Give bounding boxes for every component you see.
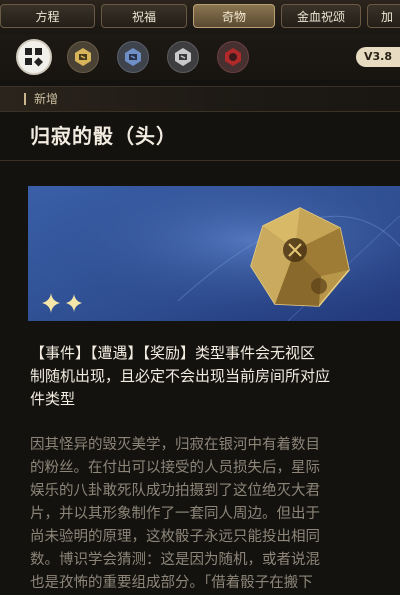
lore-line: 因其怪异的毁灭美学，归寂在银河中有着数目 [30, 437, 320, 453]
item-image-card [28, 186, 400, 321]
item-effect: 【事件】【遭遇】【奖励】类型事件会无视区 制随机出现，且必定不会出现当前房间所对… [30, 342, 400, 411]
lore-line: 的粉丝。在付出可以接受的人员损失后，星际 [30, 460, 320, 476]
tab-more[interactable]: 加 [367, 4, 400, 28]
section-label: 新增 [34, 92, 59, 106]
effect-line: 件类型 [30, 390, 76, 408]
lore-line: 尚未验明的原理，这枚骰子永远只能投出相同 [30, 529, 320, 545]
tab-curios[interactable]: 奇物 [193, 4, 275, 28]
lore-line: 也是孜怖的重要组成部分。「借着骰子在搬下 [30, 575, 313, 591]
item-title: 归寂的骰（头） [30, 124, 177, 148]
section-marker [24, 93, 26, 105]
top-tab-bar: 方程 祝福 奇物 金血祝颂 加 [0, 0, 400, 34]
lore-line: 娱乐的八卦敢死队成功拍摄到了这位绝灭大君 [30, 483, 320, 499]
gold-badge-icon[interactable] [67, 41, 99, 73]
section-header: 新增 [0, 86, 400, 112]
blue-badge-icon[interactable] [117, 41, 149, 73]
grid-diamond-icon[interactable] [16, 39, 52, 75]
sparkle-icon [42, 293, 82, 313]
lore-line: 数。博识学会猜测：这是因为随机，或者说混 [30, 552, 320, 568]
effect-line: 【事件】【遭遇】【奖励】类型事件会无视区 [30, 344, 316, 362]
red-badge-icon[interactable] [217, 41, 249, 73]
tab-blessings[interactable]: 祝福 [101, 4, 187, 28]
effect-line: 制随机出现，且必定不会出现当前房间所对应 [30, 367, 331, 385]
gray-badge-icon[interactable] [167, 41, 199, 73]
filter-row [0, 34, 400, 80]
lore-line: 片，并以其形象制作了一套同人周边。但出于 [30, 506, 320, 522]
die-icon [250, 207, 350, 307]
item-lore: 因其怪异的毁灭美学，归寂在银河中有着数目 的粉丝。在付出可以接受的人员损失后，星… [30, 434, 400, 595]
version-badge: V3.8 [356, 47, 400, 67]
tab-golden-blood[interactable]: 金血祝颂 [281, 4, 361, 28]
divider [0, 160, 400, 161]
tab-equations[interactable]: 方程 [0, 4, 95, 28]
